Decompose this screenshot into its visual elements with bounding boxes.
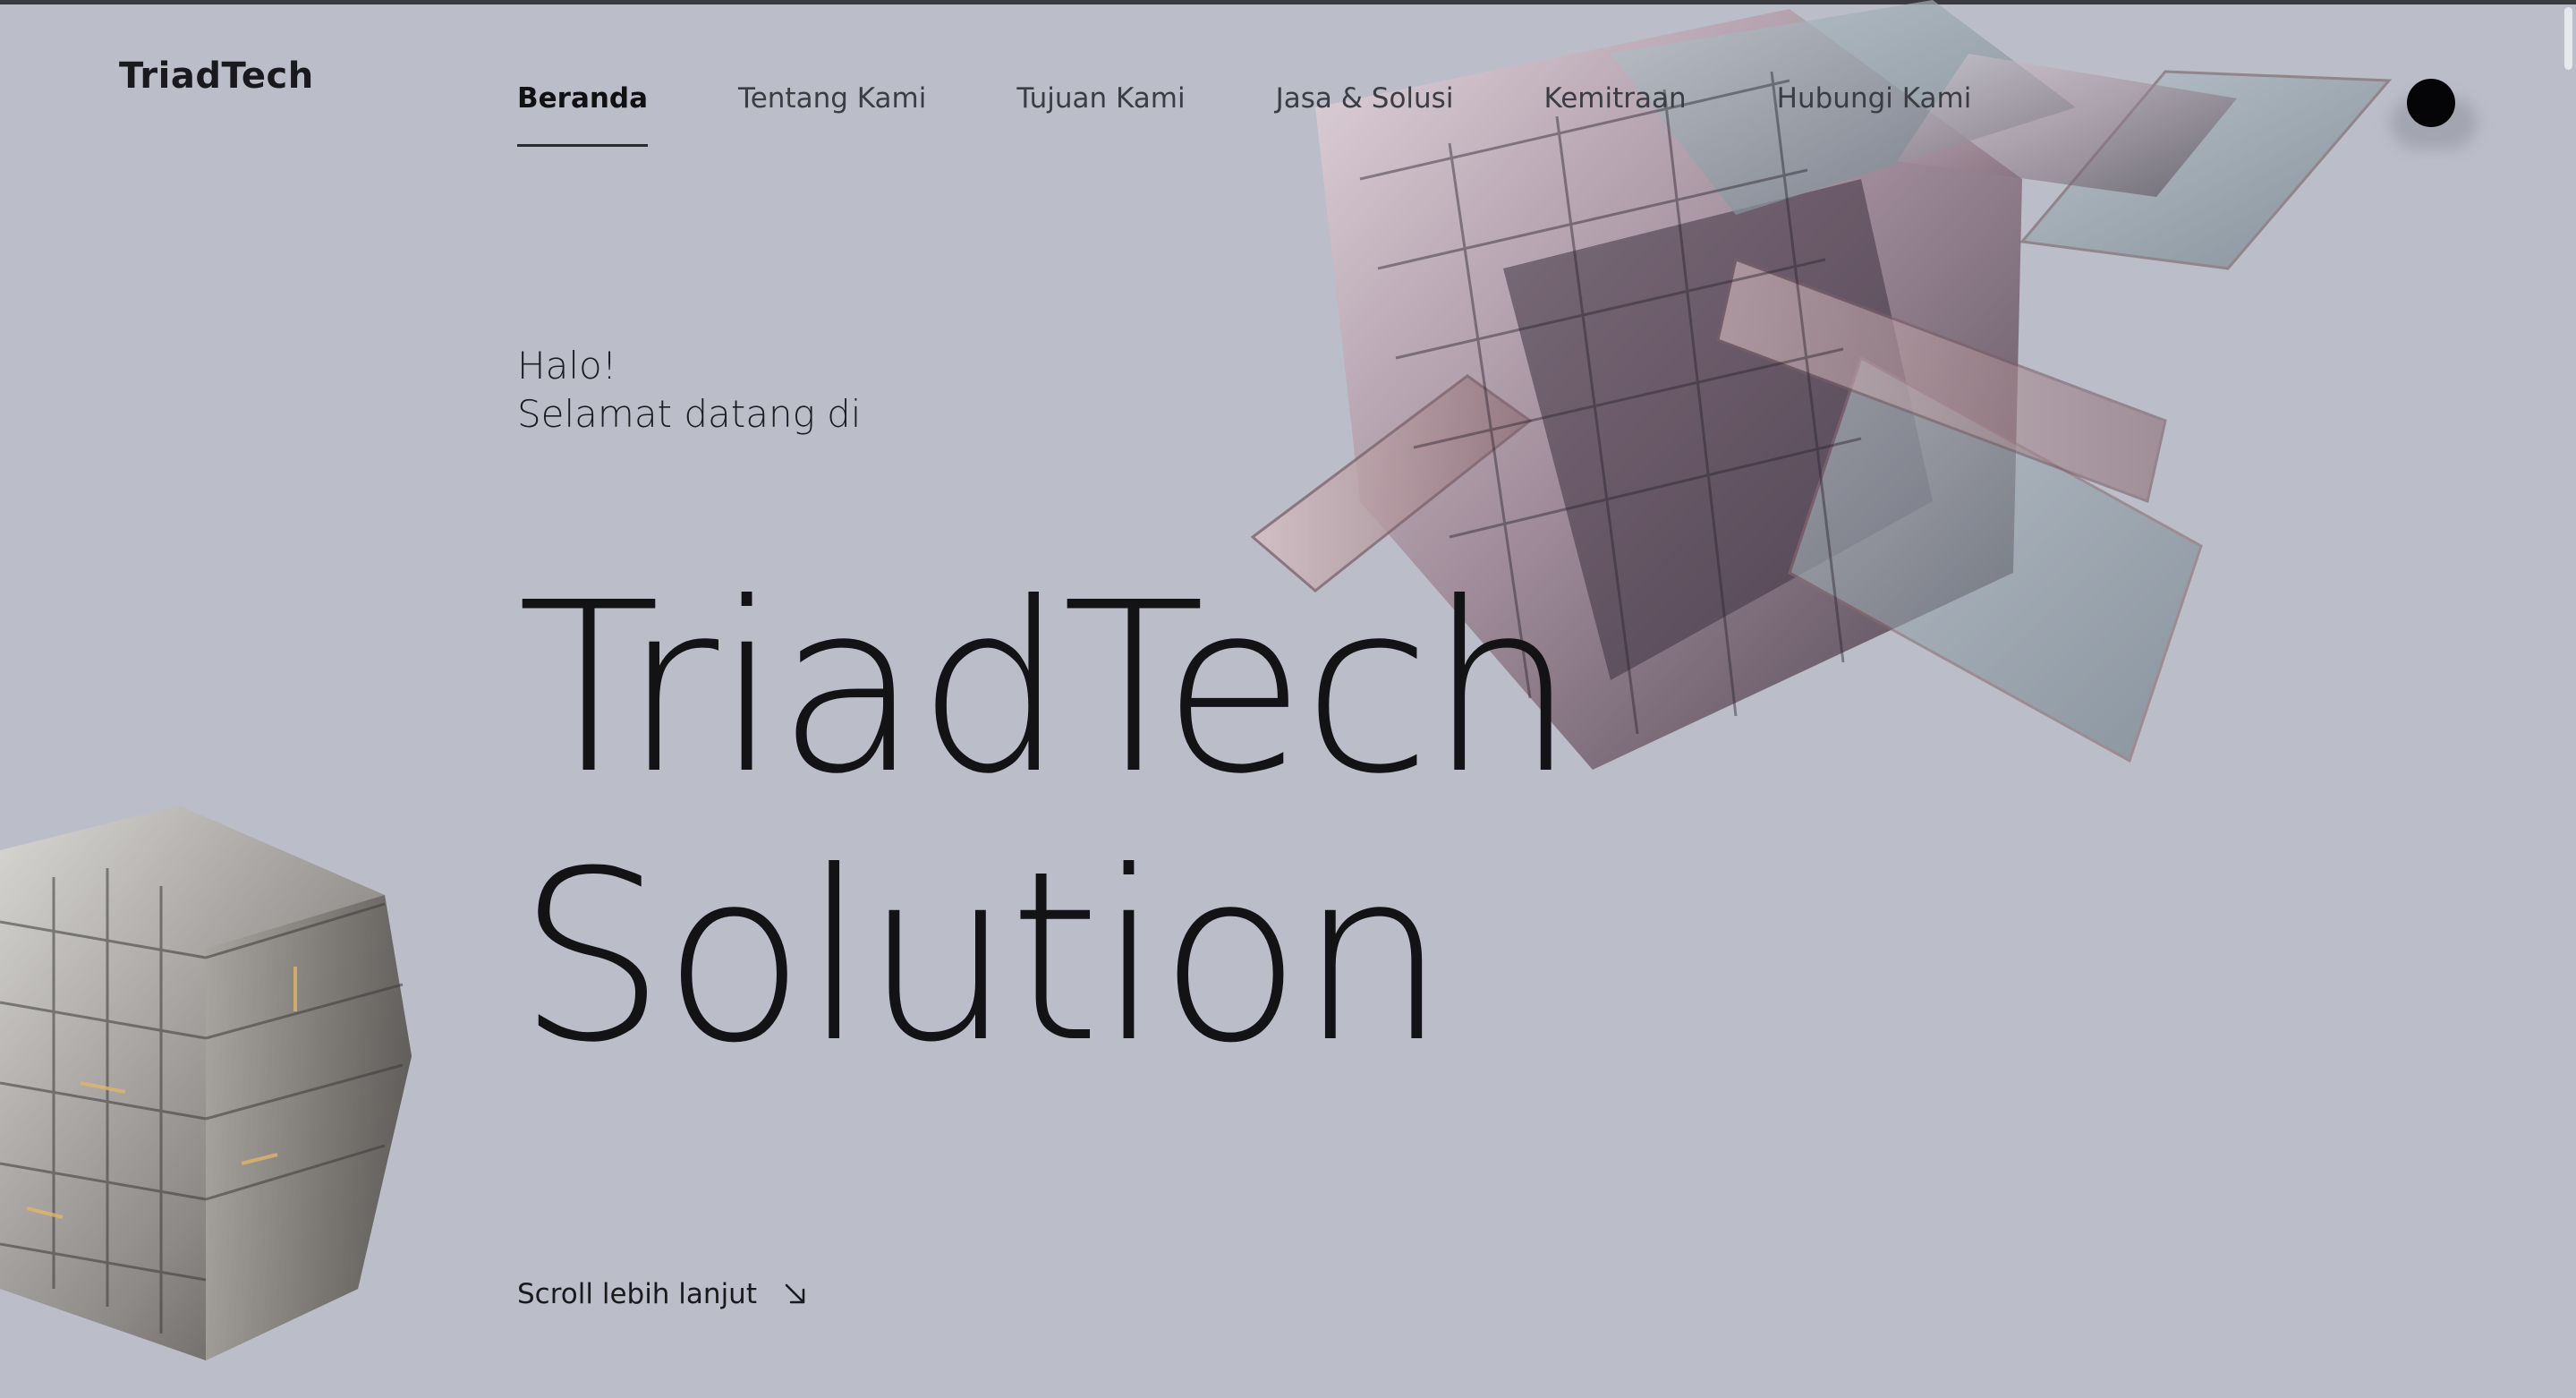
- nav-item-jasa-solusi[interactable]: Jasa & Solusi: [1276, 82, 1454, 115]
- scroll-more-link[interactable]: Scroll lebih lanjut: [517, 1278, 809, 1310]
- nav-item-kemitraan[interactable]: Kemitraan: [1543, 82, 1686, 115]
- nav-item-hubungi-kami[interactable]: Hubungi Kami: [1777, 82, 1972, 115]
- greeting-line-1: Halo!: [517, 344, 617, 388]
- greeting-line-2: Selamat datang di: [517, 392, 862, 436]
- hero-title-line-1: TriadTech: [517, 552, 1577, 825]
- main-navigation: Beranda Tentang Kami Tujuan Kami Jasa & …: [517, 82, 2062, 147]
- hero-title: TriadTech Solution: [517, 552, 1577, 1094]
- hero-greeting: Halo! Selamat datang di: [517, 342, 861, 439]
- dark-mode-dot-icon[interactable]: [2407, 79, 2455, 127]
- page-scrollbar[interactable]: [2564, 7, 2572, 70]
- nav-item-tentang-kami[interactable]: Tentang Kami: [738, 82, 926, 115]
- metal-cube-artwork: [0, 806, 412, 1360]
- nav-item-tujuan-kami[interactable]: Tujuan Kami: [1016, 82, 1185, 115]
- hero-title-line-2: Solution: [517, 821, 1447, 1094]
- site-logo[interactable]: TriadTech: [119, 55, 314, 97]
- arrow-down-right-icon: [785, 1283, 805, 1304]
- scroll-more-label: Scroll lebih lanjut: [517, 1278, 757, 1310]
- nav-item-beranda[interactable]: Beranda: [517, 82, 649, 147]
